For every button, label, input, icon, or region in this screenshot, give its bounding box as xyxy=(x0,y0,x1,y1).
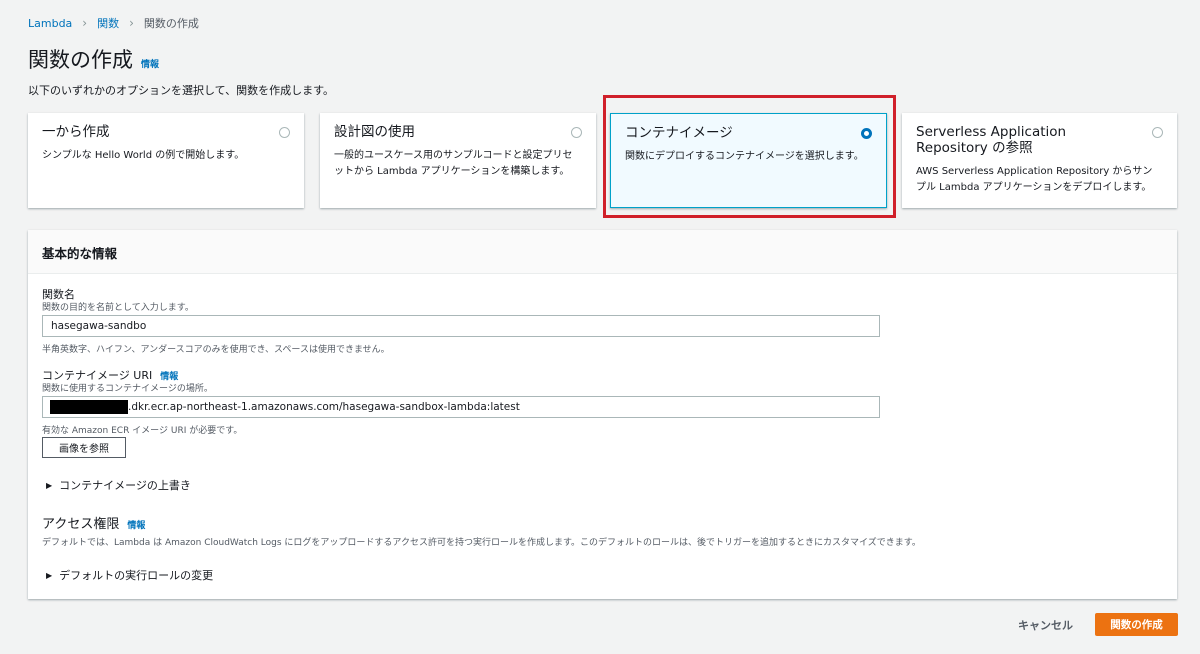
function-name-input[interactable]: hasegawa-sandbo xyxy=(42,315,880,337)
execution-role-label: デフォルトの実行ロールの変更 xyxy=(59,569,214,582)
permissions-info-link[interactable]: 情報 xyxy=(127,518,145,531)
option-description: シンプルな Hello World の例で開始します。 xyxy=(42,150,245,162)
option-serverless-repository[interactable]: Serverless Application Repository の参照 AW… xyxy=(902,113,1177,208)
permissions-title: アクセス権限 xyxy=(42,517,120,532)
option-author-from-scratch[interactable]: 一から作成 シンプルな Hello World の例で開始します。 xyxy=(28,113,304,208)
option-title: 設計図の使用 xyxy=(334,124,415,140)
function-name-description: 関数の目的を名前として入力します。 xyxy=(42,303,194,313)
page-title-row: 関数の作成 情報 xyxy=(28,44,159,74)
option-description: 一般的ユースケース用のサンプルコードと設定プリセットから Lambda アプリケ… xyxy=(334,150,573,177)
container-override-label: コンテナイメージの上書き xyxy=(59,479,191,492)
execution-role-expander[interactable]: ▶ デフォルトの実行ロールの変更 xyxy=(46,567,213,583)
page-title: 関数の作成 xyxy=(28,48,133,72)
image-uri-description: 関数に使用するコンテナイメージの場所。 xyxy=(42,384,213,394)
browse-images-button[interactable]: 画像を参照 xyxy=(42,437,126,458)
create-function-button[interactable]: 関数の作成 xyxy=(1095,613,1178,636)
breadcrumb: Lambda › 関数 › 関数の作成 xyxy=(28,15,199,31)
function-name-hint: 半角英数字、ハイフン、アンダースコアのみを使用でき、スペースは使用できません。 xyxy=(42,345,390,355)
cancel-button[interactable]: キャンセル xyxy=(1018,617,1073,633)
panel-header: 基本的な情報 xyxy=(28,230,1177,274)
highlight-annotation-box xyxy=(603,95,896,218)
caret-right-icon: ▶ xyxy=(46,480,53,490)
option-title: Serverless Application Repository の参照 xyxy=(916,124,1067,157)
page-subtitle: 以下のいずれかのオプションを選択して、関数を作成します。 xyxy=(28,84,335,97)
redacted-account-id xyxy=(50,400,128,414)
radio-author-from-scratch[interactable] xyxy=(279,127,290,138)
chevron-right-icon: › xyxy=(129,16,134,30)
option-use-blueprint[interactable]: 設計図の使用 一般的ユースケース用のサンプルコードと設定プリセットから Lamb… xyxy=(320,113,596,208)
chevron-right-icon: › xyxy=(82,16,88,30)
breadcrumb-current: 関数の作成 xyxy=(143,17,199,30)
caret-right-icon: ▶ xyxy=(46,570,53,580)
option-description: AWS Serverless Application Repository から… xyxy=(916,166,1153,193)
permissions-title-row: アクセス権限 情報 xyxy=(42,513,145,532)
breadcrumb-functions[interactable]: 関数 xyxy=(97,15,119,31)
image-uri-input[interactable]: .dkr.ecr.ap-northeast-1.amazonaws.com/ha… xyxy=(42,396,880,418)
container-override-expander[interactable]: ▶ コンテナイメージの上書き xyxy=(46,477,191,493)
basic-info-panel: 基本的な情報 関数名 関数の目的を名前として入力します。 hasegawa-sa… xyxy=(28,230,1177,599)
option-title: 一から作成 xyxy=(42,124,110,140)
page-info-link[interactable]: 情報 xyxy=(141,57,159,70)
breadcrumb-lambda[interactable]: Lambda xyxy=(28,17,72,30)
image-uri-hint: 有効な Amazon ECR イメージ URI が必要です。 xyxy=(42,426,243,436)
footer-actions: キャンセル 関数の作成 xyxy=(1018,613,1178,636)
permissions-description: デフォルトでは、Lambda は Amazon CloudWatch Logs … xyxy=(42,538,921,548)
image-uri-value: .dkr.ecr.ap-northeast-1.amazonaws.com/ha… xyxy=(128,401,520,413)
radio-serverless-repository[interactable] xyxy=(1152,127,1163,138)
radio-use-blueprint[interactable] xyxy=(571,127,582,138)
